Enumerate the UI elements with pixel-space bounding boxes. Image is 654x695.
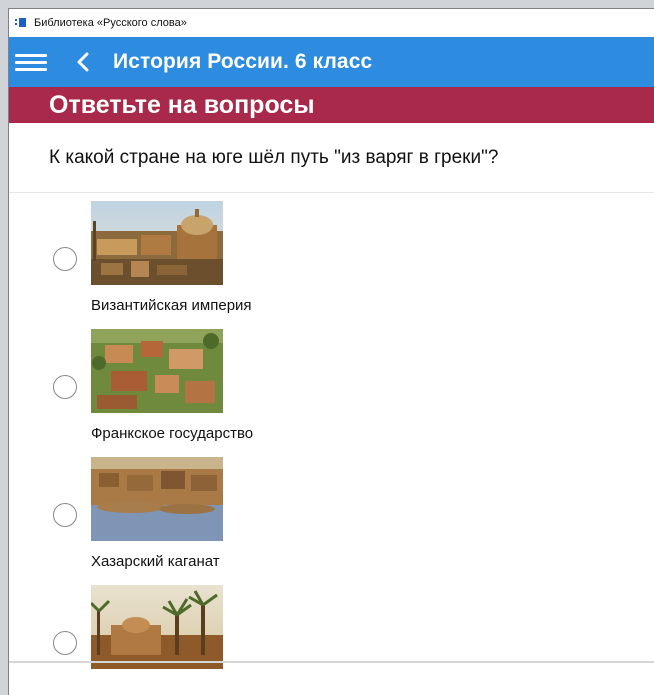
- radio-button[interactable]: [53, 631, 77, 655]
- app-logo-icon: [15, 18, 28, 28]
- chevron-left-icon: [77, 52, 89, 72]
- back-button[interactable]: [65, 42, 101, 82]
- app-bar: История России. 6 класс: [9, 37, 654, 87]
- answer-option[interactable]: [9, 585, 609, 673]
- caliphate-palms-image: [91, 585, 223, 669]
- radio-button[interactable]: [53, 247, 77, 271]
- window-title: Библиотека «Русского слова»: [34, 17, 187, 29]
- bottom-divider: [9, 661, 654, 663]
- frankish-town-image: [91, 329, 223, 413]
- window-titlebar: Библиотека «Русского слова»: [9, 9, 654, 37]
- khazar-fortress-image: [91, 457, 223, 541]
- section-header: Ответьте на вопросы: [9, 87, 654, 123]
- answer-label: Франкское государство: [91, 425, 254, 442]
- menu-icon[interactable]: [15, 51, 49, 73]
- answer-option[interactable]: Франкское государство: [9, 329, 609, 453]
- answer-option[interactable]: Византийская империя: [9, 201, 609, 325]
- answer-label: Хазарский каганат: [91, 553, 220, 570]
- byzantine-city-image: [91, 201, 223, 285]
- answer-label: Византийская империя: [91, 297, 252, 314]
- radio-button[interactable]: [53, 375, 77, 399]
- answer-list: Византийская империя Франкское государст…: [9, 193, 654, 673]
- question-text: К какой стране на юге шёл путь "из варяг…: [9, 123, 654, 193]
- answer-option[interactable]: Хазарский каганат: [9, 457, 609, 581]
- app-window: Библиотека «Русского слова» История Росс…: [8, 8, 654, 695]
- radio-button[interactable]: [53, 503, 77, 527]
- app-title: История России. 6 класс: [113, 50, 373, 73]
